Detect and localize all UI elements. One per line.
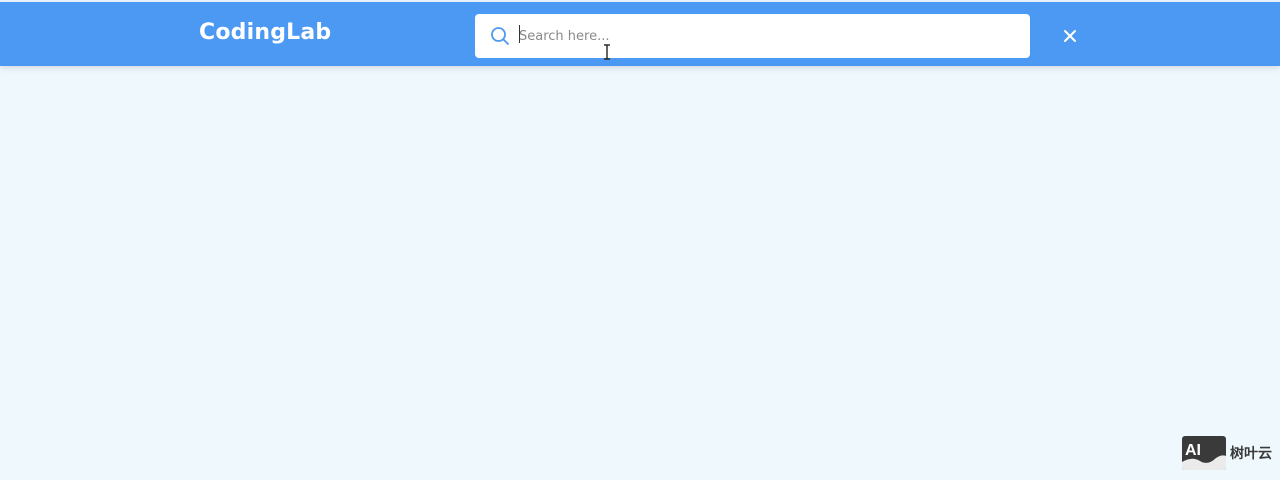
watermark-logo: AI — [1182, 436, 1226, 470]
search-input[interactable] — [519, 24, 1009, 48]
ibeam-cursor-icon — [603, 44, 611, 60]
close-icon[interactable] — [1060, 26, 1080, 46]
top-navbar: CodingLab — [0, 0, 1280, 66]
search-icon — [490, 26, 510, 46]
watermark-label: 树叶云 — [1230, 446, 1272, 462]
search-box[interactable] — [475, 14, 1030, 58]
brand-logo[interactable]: CodingLab — [199, 20, 331, 45]
text-caret — [519, 25, 520, 43]
svg-text:AI: AI — [1185, 442, 1201, 459]
watermark: AI 树叶云 — [1182, 436, 1272, 470]
